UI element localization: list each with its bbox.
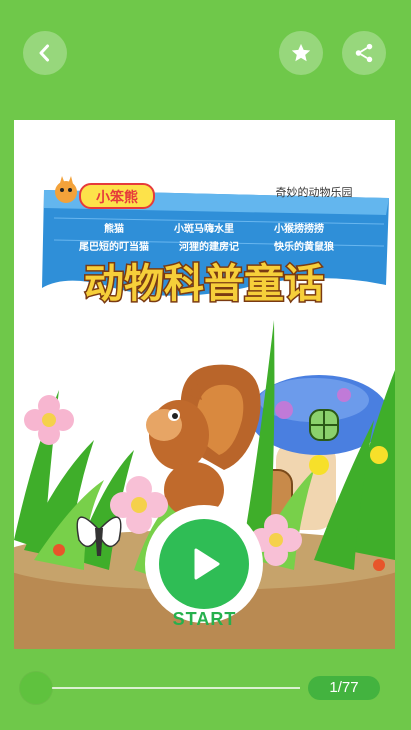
story-title: 快乐的黄鼠狼 xyxy=(273,240,335,253)
story-title: 尾巴短的叮当猫 xyxy=(79,240,149,253)
back-button[interactable] xyxy=(23,31,67,75)
start-label[interactable]: START xyxy=(14,609,395,630)
pink-flower xyxy=(24,395,74,445)
play-circle[interactable] xyxy=(159,519,249,609)
slider-thumb[interactable] xyxy=(20,672,52,704)
page-indicator: 1/77 xyxy=(308,676,380,700)
story-title: 河狸的建房记 xyxy=(179,240,239,253)
story-title: 小斑马嗨水里 xyxy=(173,222,234,235)
slider-track[interactable] xyxy=(30,687,300,689)
chevron-left-icon xyxy=(39,44,49,62)
story-title: 熊猫 xyxy=(104,222,124,235)
share-button[interactable] xyxy=(342,31,386,75)
start-play-button[interactable] xyxy=(145,505,263,623)
play-icon xyxy=(194,548,220,580)
book-title: 动物科普童话 xyxy=(84,261,324,307)
story-title: 小猴捞捞捞 xyxy=(273,222,324,235)
brand-logo: 小笨熊 xyxy=(96,189,138,206)
page-slider[interactable]: 1/77 xyxy=(0,660,411,710)
favorite-button[interactable] xyxy=(279,31,323,75)
share-icon xyxy=(355,43,373,63)
star-icon xyxy=(291,43,311,62)
cat-logo xyxy=(55,176,77,203)
cover-subtitle: 奇妙的动物乐园 xyxy=(276,185,353,199)
